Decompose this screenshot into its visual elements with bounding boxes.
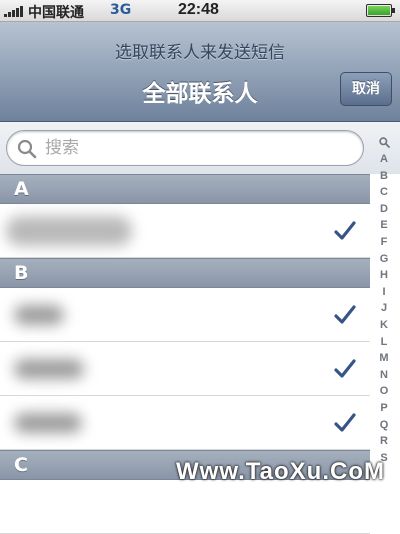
index-letter[interactable]: B	[380, 168, 388, 185]
section-header-b: B	[0, 258, 370, 288]
checkmark-icon	[334, 359, 356, 378]
navigation-bar: 选取联系人来发送短信 全部联系人 取消	[0, 22, 400, 122]
index-letter[interactable]: C	[380, 184, 388, 201]
search-input[interactable]	[45, 131, 345, 165]
index-letter[interactable]: D	[380, 201, 388, 218]
index-letter[interactable]: K	[380, 317, 388, 334]
index-search-icon[interactable]	[378, 137, 390, 148]
watermark: Www.TaoXu.CoM	[176, 458, 385, 485]
index-letter[interactable]: L	[381, 334, 388, 351]
blurred-name	[14, 305, 64, 325]
index-letter[interactable]: I	[382, 284, 385, 301]
index-letter[interactable]: G	[380, 251, 389, 268]
index-letter[interactable]: N	[380, 367, 388, 384]
alphabet-index[interactable]: A B C D E F G H I J K L M N O P Q R S	[372, 134, 396, 498]
checkmark-icon	[334, 221, 356, 240]
contact-row[interactable]	[0, 204, 370, 258]
battery-icon	[366, 4, 395, 17]
signal-strength-icon	[4, 6, 24, 17]
blurred-name	[14, 359, 84, 379]
index-letter[interactable]: E	[380, 217, 387, 234]
network-type: 3G	[110, 2, 132, 18]
status-bar: 中国联通 3G 22:48	[0, 0, 400, 22]
checkmark-icon	[334, 413, 356, 432]
search-icon	[17, 139, 37, 159]
search-bar	[0, 122, 400, 174]
nav-prompt: 选取联系人来发送短信	[115, 43, 285, 63]
search-field[interactable]	[6, 130, 364, 166]
index-letter[interactable]: O	[380, 383, 389, 400]
index-letter[interactable]: P	[380, 400, 387, 417]
contact-row[interactable]	[0, 288, 370, 342]
blurred-name	[6, 216, 132, 246]
blurred-name	[14, 413, 82, 433]
index-letter[interactable]: R	[380, 433, 388, 450]
section-header-a: A	[0, 174, 370, 204]
clock: 22:48	[178, 1, 219, 18]
contact-row[interactable]	[0, 396, 370, 450]
index-letter[interactable]: M	[379, 350, 388, 367]
cancel-button[interactable]: 取消	[340, 72, 392, 106]
contact-row[interactable]	[0, 480, 370, 534]
index-letter[interactable]: F	[381, 234, 388, 251]
carrier-name: 中国联通	[28, 5, 84, 21]
index-letter[interactable]: A	[380, 151, 388, 168]
index-letter[interactable]: J	[381, 300, 387, 317]
contact-row[interactable]	[0, 342, 370, 396]
index-letter[interactable]: Q	[380, 417, 389, 434]
index-letter[interactable]: H	[380, 267, 388, 284]
checkmark-icon	[334, 305, 356, 324]
